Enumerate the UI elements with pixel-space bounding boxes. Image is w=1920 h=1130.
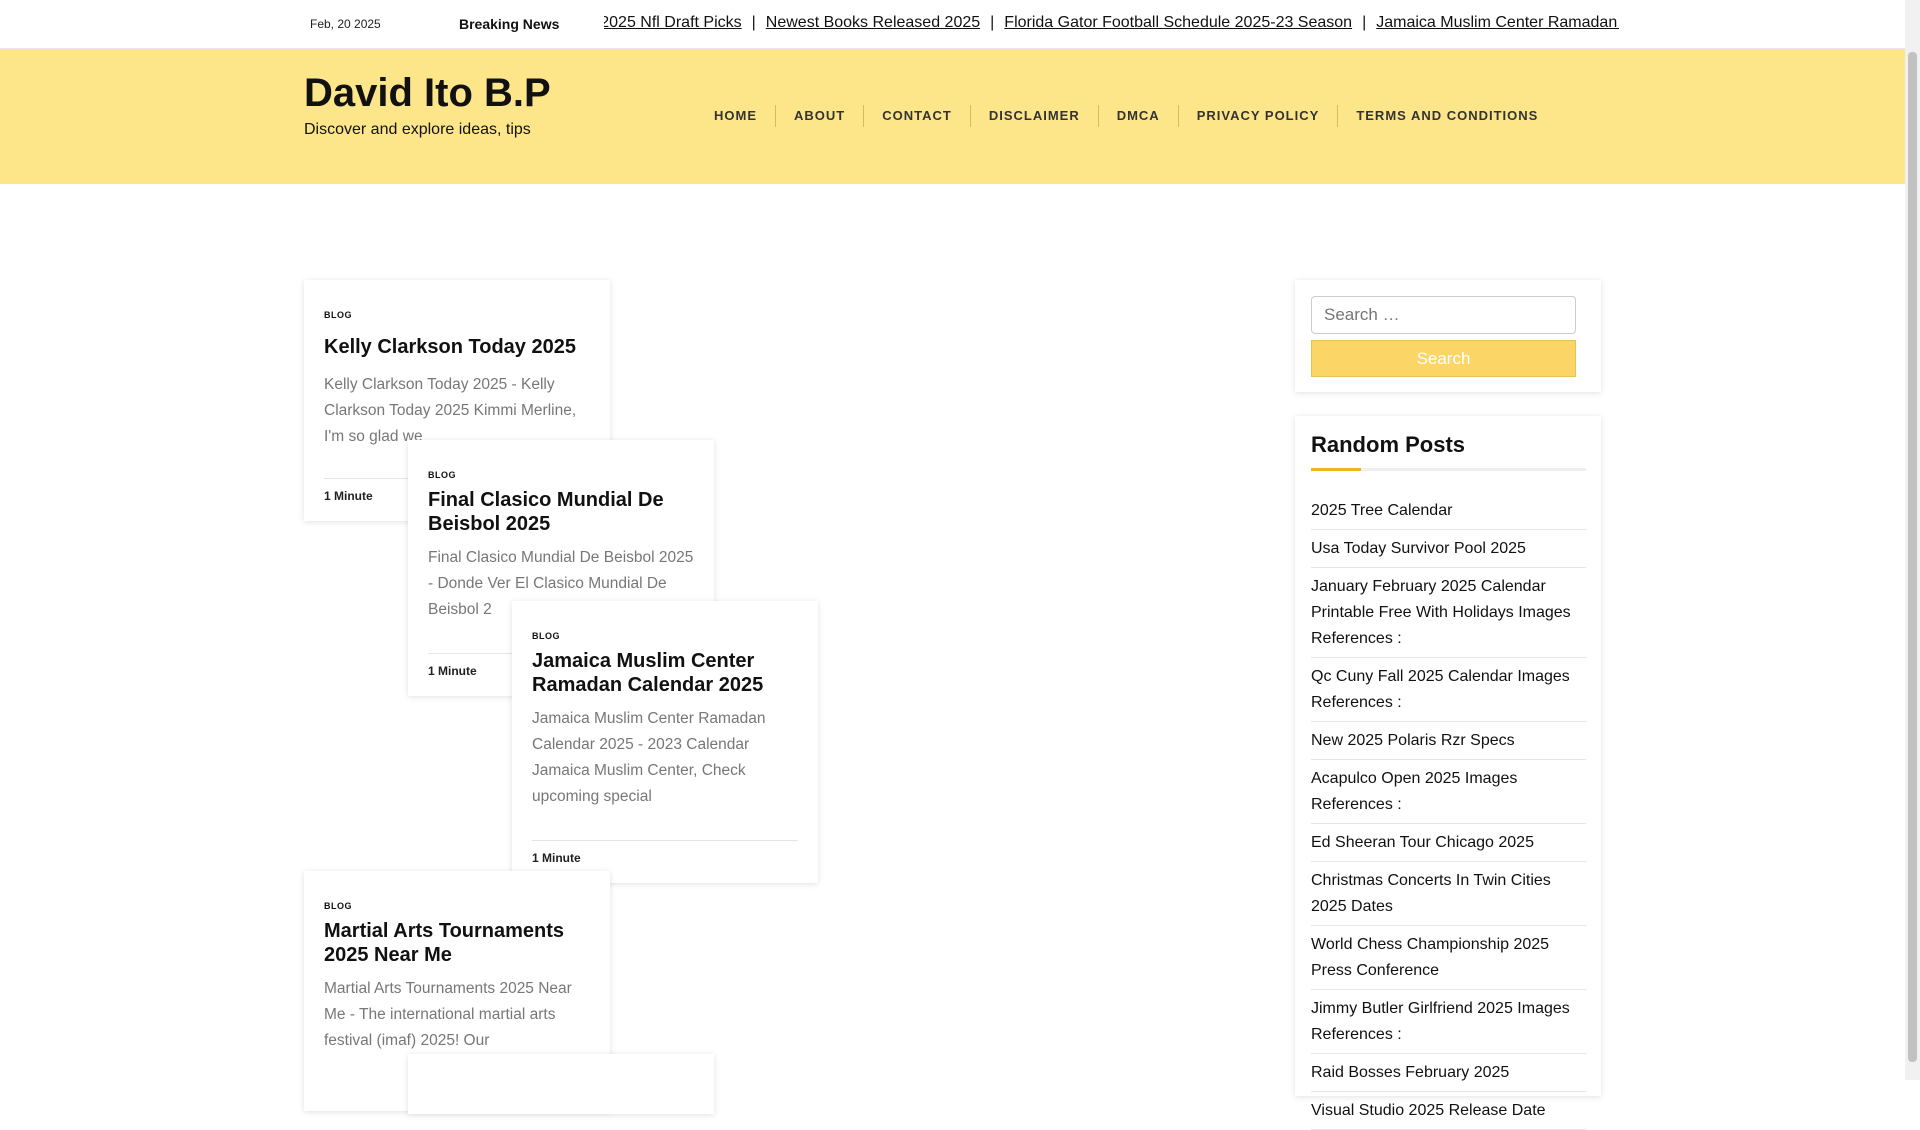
random-posts-list: 2025 Tree Calendar Usa Today Survivor Po… (1311, 492, 1586, 1130)
nav-contact[interactable]: CONTACT (864, 105, 971, 127)
post-category[interactable]: BLOG (324, 310, 352, 320)
random-post-link[interactable]: Usa Today Survivor Pool 2025 (1311, 530, 1586, 568)
post-excerpt: Kelly Clarkson Today 2025 - Kelly Clarks… (324, 376, 577, 445)
heading-underline (1311, 468, 1586, 471)
nav-privacy-policy[interactable]: PRIVACY POLICY (1179, 105, 1339, 127)
random-post-link[interactable]: 2025 Tree Calendar (1311, 492, 1586, 530)
post-title[interactable]: Martial Arts Tournaments 2025 Near Me (324, 919, 594, 967)
post-category[interactable]: BLOG (428, 470, 456, 480)
random-posts-widget: Random Posts 2025 Tree Calendar Usa Toda… (1295, 416, 1601, 1130)
nav-home[interactable]: HOME (696, 105, 776, 127)
post-category[interactable]: BLOG (324, 901, 352, 911)
post-read-time: 1 Minute (532, 840, 798, 865)
site-tagline: Discover and explore ideas, tips (304, 121, 531, 138)
ticker-separator: | (990, 14, 995, 31)
top-bar: Feb, 20 2025 Breaking News Bears 2025 Nf… (0, 0, 1905, 49)
post-excerpt: Jamaica Muslim Center Ramadan Calendar 2… (532, 710, 766, 805)
search-widget: Search (1295, 280, 1601, 392)
search-button[interactable]: Search (1311, 340, 1576, 377)
current-date: Feb, 20 2025 (310, 17, 381, 31)
random-post-link[interactable]: Christmas Concerts In Twin Cities 2025 D… (1311, 862, 1586, 926)
nav-dmca[interactable]: DMCA (1099, 105, 1179, 127)
search-input[interactable] (1311, 296, 1576, 334)
nav-about[interactable]: ABOUT (776, 105, 865, 127)
page-scrollbar[interactable] (1905, 0, 1920, 1080)
random-post-link[interactable]: Visual Studio 2025 Release Date (1311, 1092, 1586, 1130)
random-post-link[interactable]: Jimmy Butler Girlfriend 2025 Images Refe… (1311, 990, 1586, 1054)
nav-terms-and-conditions[interactable]: TERMS AND CONDITIONS (1338, 105, 1556, 127)
nav-disclaimer[interactable]: DISCLAIMER (971, 105, 1099, 127)
breaking-news-label: Breaking News (459, 16, 560, 32)
random-post-link[interactable]: Qc Cuny Fall 2025 Calendar Images Refere… (1311, 658, 1586, 722)
ticker-link[interactable]: Jamaica Muslim Center Ramadan Calendar 2… (1376, 14, 1619, 32)
post-card: BLOG Jamaica Muslim Center Ramadan Calen… (512, 601, 818, 883)
ticker-link[interactable]: Newest Books Released 2025 (766, 14, 980, 32)
main-nav: HOME ABOUT CONTACT DISCLAIMER DMCA PRIVA… (696, 105, 1556, 127)
post-card (408, 1054, 714, 1114)
ticker-link[interactable]: Bears 2025 Nfl Draft Picks (604, 14, 742, 32)
ticker-separator: | (751, 14, 756, 31)
random-post-link[interactable]: Ed Sheeran Tour Chicago 2025 (1311, 824, 1586, 862)
random-post-link[interactable]: Acapulco Open 2025 Images References : (1311, 760, 1586, 824)
random-posts-heading: Random Posts (1311, 432, 1466, 457)
post-title[interactable]: Final Clasico Mundial De Beisbol 2025 (428, 488, 698, 536)
random-post-link[interactable]: World Chess Championship 2025 Press Conf… (1311, 926, 1586, 990)
news-ticker: Bears 2025 Nfl Draft Picks | Newest Book… (604, 14, 1619, 36)
ticker-separator: | (1362, 14, 1367, 31)
random-post-link[interactable]: Raid Bosses February 2025 (1311, 1054, 1586, 1092)
post-title[interactable]: Kelly Clarkson Today 2025 (324, 335, 594, 359)
post-category[interactable]: BLOG (532, 631, 560, 641)
post-excerpt: Martial Arts Tournaments 2025 Near Me - … (324, 980, 572, 1049)
random-post-link[interactable]: January February 2025 Calendar Printable… (1311, 568, 1586, 658)
site-title[interactable]: David Ito B.P (304, 71, 551, 116)
ticker-link[interactable]: Florida Gator Football Schedule 2025-23 … (1004, 14, 1352, 32)
random-post-link[interactable]: New 2025 Polaris Rzr Specs (1311, 722, 1586, 760)
site-header: David Ito B.P Discover and explore ideas… (0, 49, 1905, 184)
post-title[interactable]: Jamaica Muslim Center Ramadan Calendar 2… (532, 649, 802, 697)
scrollbar-thumb[interactable] (1908, 52, 1917, 1062)
